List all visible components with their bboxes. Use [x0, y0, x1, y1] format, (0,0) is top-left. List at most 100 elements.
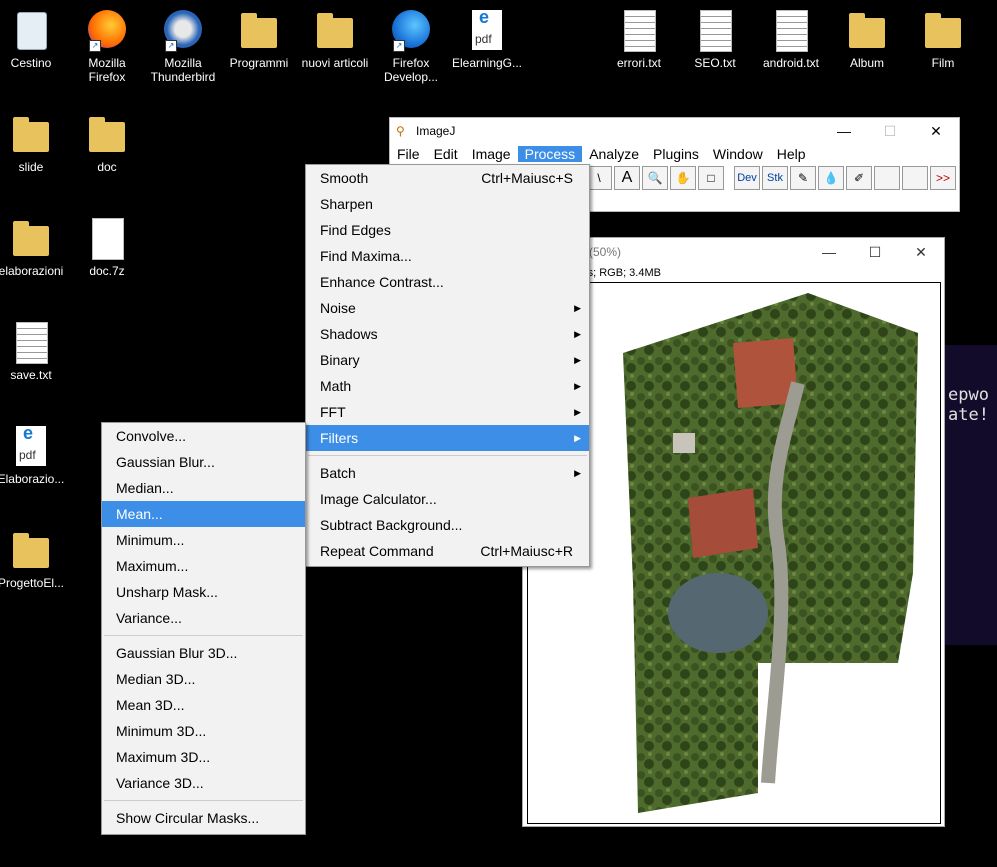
menu-item-find-maxima[interactable]: Find Maxima... [306, 243, 589, 269]
menu-item-filters[interactable]: Filters ▶ [306, 425, 589, 451]
background-window-game[interactable]: epwo ate! [945, 345, 997, 645]
minimize-button[interactable]: — [806, 244, 852, 261]
menu-item-median-3d[interactable]: Median 3D... [102, 666, 305, 692]
desktop-icon[interactable]: Film [905, 8, 981, 70]
desktop-icon[interactable]: elaborazioni [0, 216, 69, 278]
hand-tool-icon[interactable]: ✋ [670, 166, 696, 190]
desktop-icon[interactable]: Cestino [0, 8, 69, 70]
menu-item-show-circular-masks[interactable]: Show Circular Masks... [102, 805, 305, 831]
menu-item-repeat-command[interactable]: Repeat Command Ctrl+Maiusc+R [306, 538, 589, 564]
desktop-icon-label: SEO.txt [694, 56, 736, 70]
desktop-icon[interactable]: ↗ Mozilla Thunderbird [145, 8, 221, 84]
close-button[interactable]: ✕ [898, 244, 944, 261]
desktop-icon[interactable]: doc [69, 112, 145, 174]
desktop-icon[interactable]: Album [829, 8, 905, 70]
menu-item-smooth[interactable]: Smooth Ctrl+Maiusc+S [306, 165, 589, 191]
brush-tool-icon[interactable]: ✎ [790, 166, 816, 190]
menu-item-noise[interactable]: Noise ▶ [306, 295, 589, 321]
menu-item-enhance-contrast[interactable]: Enhance Contrast... [306, 269, 589, 295]
desktop-icon[interactable]: android.txt [753, 8, 829, 70]
menu-item-label: Gaussian Blur 3D... [116, 645, 238, 661]
menu-item-label: Subtract Background... [320, 517, 463, 533]
menu-item-fft[interactable]: FFT ▶ [306, 399, 589, 425]
menu-item-minimum-3d[interactable]: Minimum 3D... [102, 718, 305, 744]
menu-item-mean-3d[interactable]: Mean 3D... [102, 692, 305, 718]
close-button[interactable]: ✕ [913, 123, 959, 140]
desktop-icon-label: doc [97, 160, 117, 174]
menu-file[interactable]: File [390, 146, 427, 162]
menu-plugins[interactable]: Plugins [646, 146, 706, 162]
menu-item-subtract-background[interactable]: Subtract Background... [306, 512, 589, 538]
desktop-icon-label: ElearningG... [451, 56, 523, 70]
dev-menu-button[interactable]: Dev [734, 166, 760, 190]
menu-edit[interactable]: Edit [427, 146, 465, 162]
menu-window[interactable]: Window [706, 146, 770, 162]
desktop-icon[interactable]: ↗ Mozilla Firefox [69, 8, 145, 84]
desktop-icon[interactable]: save.txt [0, 320, 69, 382]
menu-item-label: Sharpen [320, 196, 373, 212]
menu-item-minimum[interactable]: Minimum... [102, 527, 305, 553]
menu-item-label: Shadows [320, 326, 378, 342]
desktop-icon[interactable]: SEO.txt [677, 8, 753, 70]
menu-item-gaussian-blur[interactable]: Gaussian Blur... [102, 449, 305, 475]
menu-analyze[interactable]: Analyze [582, 146, 646, 162]
menu-item-label: Find Edges [320, 222, 391, 238]
empty-tool-slot[interactable] [874, 166, 900, 190]
desktop-icon[interactable]: Programmi [221, 8, 297, 70]
menu-item-image-calculator[interactable]: Image Calculator... [306, 486, 589, 512]
desktop-icon-label: doc.7z [89, 264, 125, 278]
menu-item-label: Unsharp Mask... [116, 584, 218, 600]
menu-process[interactable]: Process [517, 146, 583, 162]
menu-item-label: Repeat Command [320, 543, 434, 559]
desktop-icon[interactable]: e pdf Elaborazio... [0, 424, 69, 486]
menu-item-label: Binary [320, 352, 360, 368]
dropper-tool-icon[interactable]: 💧 [818, 166, 844, 190]
menu-item-math[interactable]: Math ▶ [306, 373, 589, 399]
color-picker-icon[interactable]: □ [698, 166, 724, 190]
menu-item-find-edges[interactable]: Find Edges [306, 217, 589, 243]
text-tool-icon[interactable]: A [614, 166, 640, 190]
pencil-tool-icon[interactable]: ✐ [846, 166, 872, 190]
desktop-icon-label: Album [849, 56, 884, 70]
menu-item-sharpen[interactable]: Sharpen [306, 191, 589, 217]
maximize-button[interactable]: ☐ [852, 244, 898, 261]
menu-item-label: Median... [116, 480, 174, 496]
desktop-icon-label: android.txt [762, 56, 820, 70]
text-file-icon [11, 320, 51, 364]
imagej-titlebar[interactable]: ⚲ ImageJ — ☐ ✕ [390, 118, 959, 144]
submenu-arrow-icon: ▶ [574, 355, 581, 365]
menu-item-maximum-3d[interactable]: Maximum 3D... [102, 744, 305, 770]
menu-image[interactable]: Image [465, 146, 518, 162]
minimize-button[interactable]: — [821, 123, 867, 140]
magnifier-tool-icon[interactable]: 🔍 [642, 166, 668, 190]
submenu-arrow-icon: ▶ [574, 303, 581, 313]
menu-item-convolve[interactable]: Convolve... [102, 423, 305, 449]
desktop-icon[interactable]: e pdf ElearningG... [449, 8, 525, 70]
more-tools-icon[interactable]: >> [930, 166, 956, 190]
menu-item-shadows[interactable]: Shadows ▶ [306, 321, 589, 347]
menu-item-gaussian-blur-3d[interactable]: Gaussian Blur 3D... [102, 640, 305, 666]
desktop-icon[interactable]: ↗ Firefox Develop... [373, 8, 449, 84]
desktop-icon[interactable]: nuovi articoli [297, 8, 373, 70]
stk-menu-button[interactable]: Stk [762, 166, 788, 190]
menu-item-unsharp-mask[interactable]: Unsharp Mask... [102, 579, 305, 605]
menu-separator [104, 800, 303, 801]
menu-help[interactable]: Help [770, 146, 813, 162]
desktop-icon[interactable]: slide [0, 112, 69, 174]
recycle-bin-icon [11, 8, 51, 52]
desktop-icon[interactable]: ProgettoEl... [0, 528, 69, 590]
empty-tool-slot[interactable] [902, 166, 928, 190]
menu-item-maximum[interactable]: Maximum... [102, 553, 305, 579]
menu-item-label: Maximum... [116, 558, 189, 574]
menu-item-binary[interactable]: Binary ▶ [306, 347, 589, 373]
menu-item-batch[interactable]: Batch ▶ [306, 460, 589, 486]
desktop-icon[interactable]: doc.7z [69, 216, 145, 278]
menu-item-median[interactable]: Median... [102, 475, 305, 501]
folder-icon [11, 528, 51, 572]
menu-item-variance-3d[interactable]: Variance 3D... [102, 770, 305, 796]
maximize-button[interactable]: ☐ [867, 123, 913, 140]
desktop-icon[interactable]: errori.txt [601, 8, 677, 70]
menu-item-mean[interactable]: Mean... [102, 501, 305, 527]
menu-item-label: Enhance Contrast... [320, 274, 444, 290]
menu-item-variance[interactable]: Variance... [102, 605, 305, 631]
